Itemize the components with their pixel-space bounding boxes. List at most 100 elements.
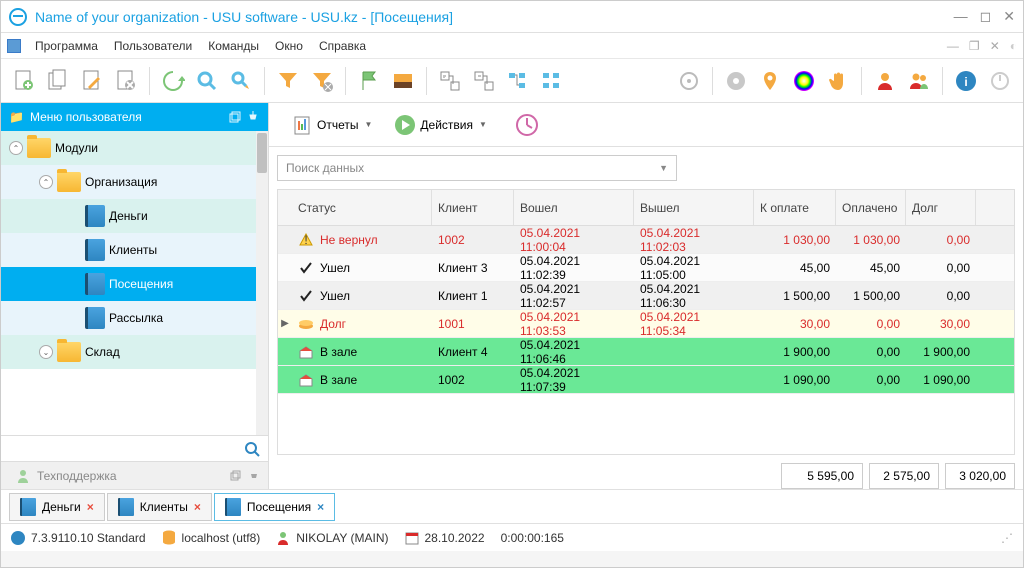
status-icon xyxy=(298,260,314,276)
content-area: Отчеты▼ Действия▼ Поиск данных ▼ Статус … xyxy=(269,103,1023,489)
table-row[interactable]: Ушел Клиент 1 05.04.2021 11:02:57 05.04.… xyxy=(278,282,1014,310)
pin-sidebar-icon[interactable] xyxy=(246,110,260,124)
table-row[interactable]: В зале Клиент 4 05.04.2021 11:06:46 1 90… xyxy=(278,338,1014,366)
reports-button[interactable]: Отчеты▼ xyxy=(283,110,380,140)
mdi-close-button[interactable]: ✕ xyxy=(990,39,1000,53)
filter-clear-button[interactable] xyxy=(307,66,337,96)
search-placeholder: Поиск данных xyxy=(286,161,364,175)
delete-doc-button[interactable] xyxy=(111,66,141,96)
tree-search-row xyxy=(1,435,268,461)
color-icon[interactable] xyxy=(789,66,819,96)
menu-пользователи[interactable]: Пользователи xyxy=(106,36,200,56)
search-next-button[interactable] xyxy=(226,66,256,96)
status-icon xyxy=(298,344,314,360)
pin-icon[interactable] xyxy=(248,470,260,482)
status-bar: 7.3.9110.10 Standard localhost (utf8) NI… xyxy=(1,523,1023,551)
power-icon[interactable] xyxy=(985,66,1015,96)
tree-item-organization[interactable]: ⌃ Организация xyxy=(1,165,268,199)
col-client[interactable]: Клиент xyxy=(432,190,514,225)
col-out[interactable]: Вышел xyxy=(634,190,754,225)
maximize-button[interactable]: ◻ xyxy=(980,8,992,25)
table-row[interactable]: В зале 1002 05.04.2021 11:07:39 1 090,00… xyxy=(278,366,1014,394)
filter-button[interactable] xyxy=(273,66,303,96)
status-date: 28.10.2022 xyxy=(405,531,485,545)
tree-item-visits[interactable]: Посещения xyxy=(1,267,268,301)
app-logo-icon xyxy=(9,8,27,26)
menu-окно[interactable]: Окно xyxy=(267,36,311,56)
tree-collapse-button[interactable] xyxy=(469,66,499,96)
mdi-minimize-button[interactable]: — xyxy=(947,39,959,53)
search-icon[interactable] xyxy=(244,441,260,457)
refresh-button[interactable] xyxy=(158,66,188,96)
tree-expand-button[interactable] xyxy=(435,66,465,96)
user-icon[interactable] xyxy=(870,66,900,96)
system-menu-icon[interactable] xyxy=(7,39,21,53)
col-paid[interactable]: Оплачено xyxy=(836,190,906,225)
tab-label: Клиенты xyxy=(140,500,188,514)
copy-doc-button[interactable] xyxy=(43,66,73,96)
table-row[interactable]: Ушел Клиент 3 05.04.2021 11:02:39 05.04.… xyxy=(278,254,1014,282)
support-header[interactable]: Техподдержка xyxy=(1,461,268,489)
tree-hier1-button[interactable] xyxy=(503,66,533,96)
menu-справка[interactable]: Справка xyxy=(311,36,374,56)
flag-button[interactable] xyxy=(354,66,384,96)
table-header: Статус Клиент Вошел Вышел К оплате Оплач… xyxy=(278,190,1014,226)
status-icon: ! xyxy=(298,232,314,248)
collapse-icon[interactable]: ⌃ xyxy=(39,175,53,189)
image-button[interactable] xyxy=(388,66,418,96)
table-body[interactable]: !Не вернул 1002 05.04.2021 11:00:04 05.0… xyxy=(278,226,1014,454)
new-doc-button[interactable] xyxy=(9,66,39,96)
collapse-icon[interactable]: ⌃ xyxy=(9,141,23,155)
actions-button[interactable]: Действия▼ xyxy=(386,110,495,140)
status-version: 7.3.9110.10 Standard xyxy=(11,531,146,545)
mdi-help-button[interactable]: ◐ xyxy=(1010,39,1017,53)
gear-icon[interactable] xyxy=(721,66,751,96)
resize-grip-icon[interactable]: ⋰ xyxy=(1001,531,1013,545)
tree-item-mailing[interactable]: Рассылка xyxy=(1,301,268,335)
data-table: Статус Клиент Вошел Вышел К оплате Оплач… xyxy=(277,189,1015,455)
dropdown-icon[interactable]: ▼ xyxy=(659,163,668,173)
menu-программа[interactable]: Программа xyxy=(27,36,106,56)
search-button[interactable] xyxy=(192,66,222,96)
tree-item-modules[interactable]: ⌃ Модули xyxy=(1,131,268,165)
restore-icon[interactable] xyxy=(228,110,242,124)
col-status[interactable]: Статус xyxy=(292,190,432,225)
tree-scrollbar[interactable] xyxy=(256,131,268,435)
clock-button[interactable] xyxy=(507,110,547,140)
reports-label: Отчеты xyxy=(317,118,358,132)
tree-item-clients[interactable]: Клиенты xyxy=(1,233,268,267)
minimize-button[interactable]: — xyxy=(954,8,968,25)
restore-icon[interactable] xyxy=(230,470,242,482)
info-icon[interactable]: i xyxy=(951,66,981,96)
target-icon[interactable] xyxy=(674,66,704,96)
col-topay[interactable]: К оплате xyxy=(754,190,836,225)
close-button[interactable]: ✕ xyxy=(1003,8,1015,25)
edit-doc-button[interactable] xyxy=(77,66,107,96)
tree-item-warehouse[interactable]: ⌄ Склад xyxy=(1,335,268,369)
tab-close-icon[interactable]: × xyxy=(194,500,201,514)
table-row[interactable]: !Не вернул 1002 05.04.2021 11:00:04 05.0… xyxy=(278,226,1014,254)
col-in[interactable]: Вошел xyxy=(514,190,634,225)
tab-close-icon[interactable]: × xyxy=(87,500,94,514)
table-row[interactable]: ▶ Долг 1001 05.04.2021 11:03:53 05.04.20… xyxy=(278,310,1014,338)
mdi-restore-button[interactable]: ❐ xyxy=(969,39,980,53)
tab-деньги[interactable]: Деньги× xyxy=(9,493,105,521)
users-icon[interactable] xyxy=(904,66,934,96)
tab-посещения[interactable]: Посещения× xyxy=(214,493,335,521)
report-icon xyxy=(291,114,313,136)
book-icon xyxy=(85,307,105,329)
tree-label: Модули xyxy=(55,141,98,155)
search-input[interactable]: Поиск данных ▼ xyxy=(277,155,677,181)
status-icon xyxy=(298,372,314,388)
tab-клиенты[interactable]: Клиенты × xyxy=(107,493,212,521)
hand-icon[interactable] xyxy=(823,66,853,96)
menu-команды[interactable]: Команды xyxy=(200,36,267,56)
status-host: localhost (utf8) xyxy=(162,530,261,546)
nav-tree[interactable]: ⌃ Модули ⌃ Организация Деньги Клиенты xyxy=(1,131,268,435)
pin-icon[interactable] xyxy=(755,66,785,96)
expand-icon[interactable]: ⌄ xyxy=(39,345,53,359)
tree-item-money[interactable]: Деньги xyxy=(1,199,268,233)
col-debt[interactable]: Долг xyxy=(906,190,976,225)
tree-hier2-button[interactable] xyxy=(537,66,567,96)
tab-close-icon[interactable]: × xyxy=(317,500,324,514)
